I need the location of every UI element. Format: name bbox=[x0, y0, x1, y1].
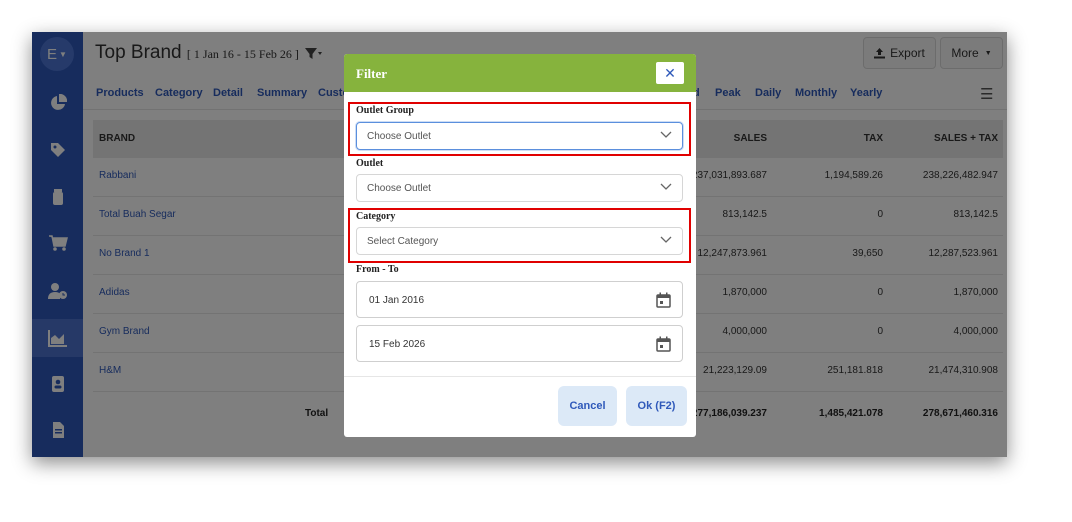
outlet-label: Outlet bbox=[356, 158, 384, 169]
to-date-value: 15 Feb 2026 bbox=[369, 339, 426, 350]
from-to-label: From - To bbox=[356, 264, 399, 275]
dialog-header: Filter ✕ bbox=[344, 54, 696, 92]
to-date-input[interactable]: 15 Feb 2026 bbox=[356, 325, 683, 362]
from-date-input[interactable]: 01 Jan 2016 bbox=[356, 281, 683, 318]
close-icon: ✕ bbox=[664, 64, 676, 81]
outlet-placeholder: Choose Outlet bbox=[367, 183, 431, 194]
dialog-divider bbox=[344, 376, 696, 377]
calendar-icon bbox=[656, 336, 671, 352]
highlight-outlet-group bbox=[348, 102, 691, 156]
calendar-icon bbox=[656, 292, 671, 308]
cancel-button[interactable]: Cancel bbox=[558, 386, 617, 426]
ok-button[interactable]: Ok (F2) bbox=[626, 386, 687, 426]
outlet-select[interactable]: Choose Outlet bbox=[356, 174, 683, 202]
dialog-title: Filter bbox=[356, 66, 388, 81]
close-button[interactable]: ✕ bbox=[656, 62, 684, 84]
ok-label: Ok (F2) bbox=[637, 400, 676, 412]
from-date-value: 01 Jan 2016 bbox=[369, 295, 425, 306]
chevron-down-icon bbox=[660, 183, 672, 190]
highlight-category bbox=[348, 208, 691, 263]
cancel-label: Cancel bbox=[569, 400, 606, 412]
